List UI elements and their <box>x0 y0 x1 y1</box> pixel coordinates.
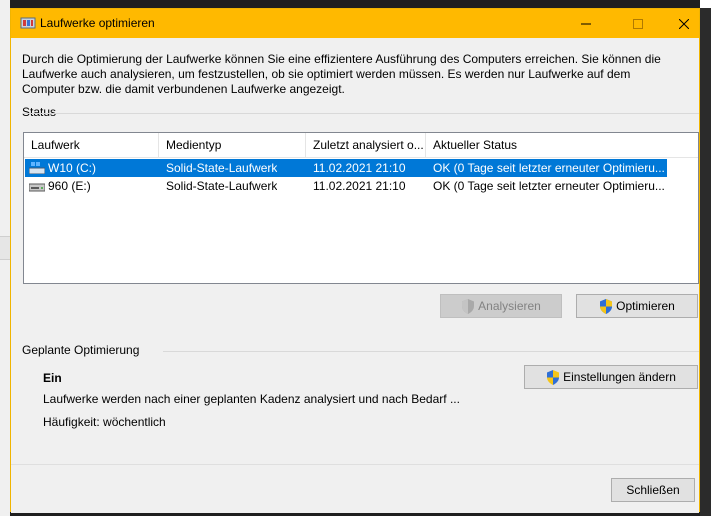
row-drive-name: 960 (E:) <box>48 179 91 193</box>
column-header-media-type[interactable]: Medientyp <box>159 133 306 157</box>
status-label: Status <box>22 105 57 119</box>
scheduled-separator <box>163 351 699 352</box>
column-header-current-status[interactable]: Aktueller Status <box>426 133 666 157</box>
table-row[interactable]: 960 (E:) Solid-State-Laufwerk 11.02.2021… <box>25 177 667 195</box>
row-current-status: OK (0 Tage seit letzter erneuter Optimie… <box>433 161 665 175</box>
drive-icon <box>29 183 45 192</box>
minimize-button[interactable] <box>563 9 609 38</box>
column-header-drive[interactable]: Laufwerk <box>24 133 159 157</box>
close-button-label: Schließen <box>626 483 680 497</box>
background-desktop-edge <box>700 0 711 8</box>
uac-shield-icon <box>600 298 613 314</box>
background-window-strip <box>0 236 10 260</box>
scheduled-optimization-label: Geplante Optimierung <box>22 343 140 357</box>
row-media-type: Solid-State-Laufwerk <box>166 179 278 193</box>
maximize-icon <box>633 18 643 29</box>
scheduled-description: Laufwerke werden nach einer geplanten Ka… <box>43 392 460 406</box>
analyze-button-label: Analysieren <box>478 299 541 313</box>
defrag-app-icon <box>20 17 36 29</box>
change-settings-button[interactable]: Einstellungen ändern <box>524 365 698 389</box>
status-separator <box>22 113 699 114</box>
column-header-last-analyzed[interactable]: Zuletzt analysiert o... <box>306 133 426 157</box>
optimize-drives-window: Laufwerke optimieren Durch die Optimieru… <box>10 8 700 513</box>
close-window-button[interactable] <box>661 9 707 38</box>
window-title: Laufwerke optimieren <box>40 16 155 30</box>
footer-bar: Schließen <box>11 464 699 513</box>
table-row[interactable]: W10 (C:) Solid-State-Laufwerk 11.02.2021… <box>25 159 667 177</box>
change-settings-button-label: Einstellungen ändern <box>563 370 676 384</box>
optimize-button[interactable]: Optimieren <box>576 294 698 318</box>
drives-list-header: Laufwerk Medientyp Zuletzt analysiert o.… <box>24 133 698 158</box>
scheduled-frequency: Häufigkeit: wöchentlich <box>43 415 166 429</box>
row-last-analyzed: 11.02.2021 21:10 <box>313 161 406 175</box>
minimize-icon <box>581 23 591 24</box>
intro-text: Durch die Optimierung der Laufwerke könn… <box>22 52 661 96</box>
row-last-analyzed: 11.02.2021 21:10 <box>313 179 406 193</box>
drives-list[interactable]: Laufwerk Medientyp Zuletzt analysiert o.… <box>23 132 699 284</box>
maximize-button[interactable] <box>615 9 661 38</box>
row-drive-name: W10 (C:) <box>48 161 96 175</box>
analyze-button[interactable]: Analysieren <box>440 294 562 318</box>
uac-shield-icon <box>547 369 560 385</box>
uac-shield-icon <box>462 298 475 314</box>
row-media-type: Solid-State-Laufwerk <box>166 161 278 175</box>
scheduled-state: Ein <box>43 371 62 385</box>
close-icon <box>679 18 689 29</box>
title-bar[interactable]: Laufwerke optimieren <box>11 9 699 38</box>
close-button[interactable]: Schließen <box>611 478 695 502</box>
background-window <box>0 0 10 516</box>
windows-drive-icon <box>29 162 45 174</box>
row-current-status: OK (0 Tage seit letzter erneuter Optimie… <box>433 179 665 193</box>
background-desktop <box>700 0 711 516</box>
optimize-button-label: Optimieren <box>616 299 675 313</box>
